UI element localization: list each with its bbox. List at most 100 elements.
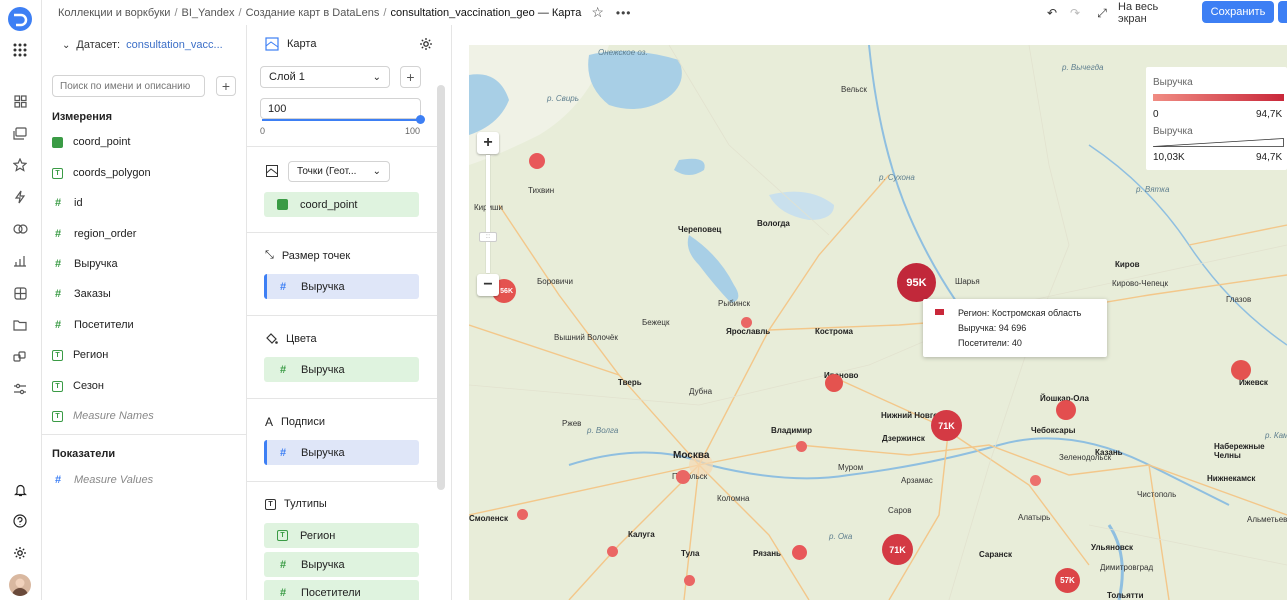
dataset-selector[interactable]: ⌄ Датасет: consultation_vacc... bbox=[62, 39, 223, 51]
zoom-slider-track[interactable] bbox=[486, 155, 490, 273]
collections-icon[interactable] bbox=[11, 124, 29, 142]
cubes-icon[interactable] bbox=[11, 348, 29, 366]
undo-icon[interactable]: ↶ bbox=[1045, 4, 1059, 22]
bell-icon[interactable] bbox=[11, 481, 29, 499]
dataset-name[interactable]: consultation_vacc... bbox=[126, 39, 223, 51]
divider bbox=[247, 398, 437, 399]
redo-icon[interactable]: ↷ bbox=[1068, 4, 1082, 22]
opacity-slider-handle[interactable] bbox=[416, 115, 425, 124]
tooltip-field-chip[interactable]: # Посетители bbox=[264, 580, 419, 600]
map-bubble[interactable] bbox=[529, 153, 545, 169]
gear-icon[interactable] bbox=[419, 37, 433, 54]
field-item[interactable]: # id bbox=[52, 195, 83, 211]
field-item[interactable]: # Посетители bbox=[52, 317, 134, 333]
opacity-slider-track[interactable] bbox=[262, 119, 420, 121]
scrollbar[interactable] bbox=[437, 85, 445, 490]
field-item[interactable]: T Регион bbox=[52, 347, 108, 363]
folder-icon[interactable] bbox=[11, 316, 29, 334]
map-bubble[interactable] bbox=[607, 546, 618, 557]
map-label: Шарья bbox=[955, 277, 980, 286]
legend-color-min: 0 bbox=[1153, 109, 1159, 120]
tooltip-field-chip[interactable]: # Выручка bbox=[264, 552, 419, 577]
breadcrumb-item[interactable]: Коллекции и воркбуки bbox=[58, 7, 170, 19]
field-item[interactable]: # Measure Values bbox=[52, 472, 153, 488]
map-bubble[interactable] bbox=[741, 317, 752, 328]
map-bubble[interactable] bbox=[825, 374, 843, 392]
dashboard-icon[interactable] bbox=[11, 92, 29, 110]
map-bubble[interactable] bbox=[676, 470, 690, 484]
map-label: р. Волга bbox=[587, 426, 619, 435]
tooltip-field-chip[interactable]: T Регион bbox=[264, 523, 419, 548]
labels-field-chip[interactable]: # Выручка bbox=[264, 440, 419, 465]
colors-field-chip[interactable]: # Выручка bbox=[264, 357, 419, 382]
map-bubble[interactable]: 57K bbox=[1055, 568, 1080, 593]
map-label: р. Ока bbox=[829, 532, 853, 541]
map-label: р. Сухона bbox=[879, 173, 915, 182]
gear-icon[interactable] bbox=[11, 544, 29, 562]
lightning-icon[interactable] bbox=[11, 188, 29, 206]
legend-gradient bbox=[1153, 94, 1284, 101]
geo-icon bbox=[52, 136, 63, 148]
map-label: Калуга bbox=[628, 530, 655, 539]
search-input[interactable] bbox=[52, 75, 205, 97]
map-label: Бежецк bbox=[642, 318, 670, 327]
geo-type-select[interactable]: Точки (Геот... ⌄ bbox=[288, 161, 390, 182]
field-item[interactable]: # Выручка bbox=[52, 256, 118, 272]
field-item[interactable]: # Заказы bbox=[52, 286, 111, 302]
map-bubble[interactable]: 71K bbox=[882, 534, 913, 565]
logo-icon[interactable] bbox=[7, 6, 33, 32]
field-item[interactable]: T Measure Names bbox=[52, 408, 154, 424]
field-item[interactable]: coord_point bbox=[52, 134, 131, 150]
map-bubble[interactable] bbox=[1030, 475, 1041, 486]
field-item[interactable]: T Сезон bbox=[52, 378, 104, 394]
map-bubble[interactable] bbox=[796, 441, 807, 452]
geo-field-chip[interactable]: coord_point bbox=[264, 192, 419, 217]
add-layer-button[interactable]: + bbox=[400, 66, 421, 88]
map-label: Дубна bbox=[689, 387, 713, 396]
more-options-icon[interactable]: ••• bbox=[616, 6, 632, 20]
text-icon: T bbox=[52, 380, 63, 392]
zoom-out-button[interactable]: − bbox=[477, 274, 499, 296]
chart-type-selector[interactable]: Карта bbox=[265, 37, 316, 51]
connections-icon[interactable] bbox=[11, 220, 29, 238]
field-item[interactable]: # region_order bbox=[52, 226, 136, 242]
settings-sliders-icon[interactable] bbox=[11, 380, 29, 398]
map-label: Онежское оз. bbox=[598, 48, 648, 57]
map-canvas[interactable]: Онежское оз. Вельск Тихвин Кириши Вологд… bbox=[469, 45, 1287, 600]
fullscreen-button[interactable]: На весь экран bbox=[1118, 1, 1188, 25]
layer-select[interactable]: Слой 1 ⌄ bbox=[260, 66, 390, 88]
avatar[interactable] bbox=[9, 574, 31, 596]
zoom-in-button[interactable]: + bbox=[477, 132, 499, 154]
map-tooltip: Регион: Костромская область Выручка: 94 … bbox=[923, 299, 1107, 357]
field-item[interactable]: Tcoords_polygon bbox=[52, 165, 151, 181]
map-bubble[interactable] bbox=[792, 545, 807, 560]
paint-bucket-icon bbox=[266, 333, 278, 344]
fullscreen-icon[interactable]: ⤢ bbox=[1096, 4, 1108, 22]
layout-icon[interactable] bbox=[11, 284, 29, 302]
chevron-down-icon: ⌄ bbox=[372, 166, 381, 177]
star-icon[interactable] bbox=[11, 156, 29, 174]
breadcrumb-item[interactable]: Создание карт в DataLens bbox=[246, 7, 380, 19]
help-icon[interactable] bbox=[11, 512, 29, 530]
add-field-button[interactable]: + bbox=[216, 76, 236, 96]
map-label: р. Кама bbox=[1265, 431, 1287, 440]
apps-grid-icon[interactable] bbox=[11, 41, 29, 59]
map-bubble[interactable] bbox=[517, 509, 528, 520]
map-bubble[interactable] bbox=[1231, 360, 1251, 380]
save-options-button[interactable] bbox=[1278, 1, 1287, 23]
map-bubble[interactable]: 95K bbox=[897, 263, 936, 302]
hash-icon: # bbox=[279, 280, 287, 293]
opacity-input[interactable]: 100 bbox=[260, 98, 421, 119]
chart-type-label: Карта bbox=[287, 38, 317, 50]
zoom-slider-handle[interactable]: ::: bbox=[479, 232, 497, 242]
favorite-star-icon[interactable]: ☆ bbox=[591, 4, 604, 21]
save-button[interactable]: Сохранить bbox=[1202, 1, 1274, 23]
map-bubble[interactable] bbox=[684, 575, 695, 586]
breadcrumb-item[interactable]: BI_Yandex bbox=[182, 7, 235, 19]
map-bubble[interactable] bbox=[1056, 400, 1076, 420]
map-label: Нижнекамск bbox=[1207, 474, 1256, 483]
charts-icon[interactable] bbox=[11, 252, 29, 270]
size-field-chip[interactable]: # Выручка bbox=[264, 274, 419, 299]
hash-icon: # bbox=[279, 446, 287, 459]
map-bubble[interactable]: 71K bbox=[931, 410, 962, 441]
